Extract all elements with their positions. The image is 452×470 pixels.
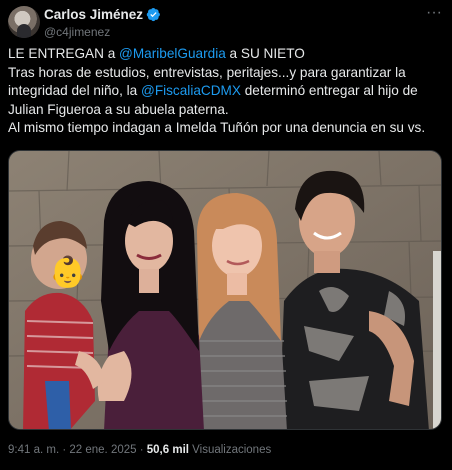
tweet-date[interactable]: 22 ene. 2025 — [69, 444, 136, 456]
tweet-line-4: Julian Figueroa a su abuela paterna. — [8, 101, 229, 117]
author-display-name[interactable]: Carlos Jiménez — [44, 7, 143, 22]
tweet-meta: 9:41 a. m. · 22 ene. 2025 · 50,6 mil Vis… — [8, 444, 271, 456]
text-span: a SU NIETO — [225, 46, 305, 61]
author-name-row: Carlos Jiménez — [44, 7, 161, 22]
more-options-icon[interactable]: ··· — [426, 5, 442, 21]
views-label: Visualizaciones — [192, 444, 272, 456]
baby-emoji-overlay: 👶 — [49, 255, 87, 290]
views-count: 50,6 mil — [146, 444, 189, 456]
avatar[interactable] — [8, 6, 40, 38]
tweet-line-5: Al mismo tiempo indagan a Imelda Tuñón p… — [8, 120, 426, 135]
mention-link[interactable]: @MaribelGuardia — [119, 46, 226, 61]
tweet-line-3: integridad del niño, la @FiscaliaCDMX de… — [8, 82, 448, 101]
tweet-photo[interactable]: 👶 — [8, 150, 442, 430]
meta-separator: · — [136, 444, 147, 456]
tweet-time[interactable]: 9:41 a. m. — [8, 444, 59, 456]
tweet-line-1: LE ENTREGAN a @MaribelGuardia a SU NIETO — [8, 45, 448, 64]
text-span: determinó entregar al hijo de — [240, 83, 418, 98]
tweet-line-2: Tras horas de estudios, entrevistas, per… — [8, 64, 406, 80]
author-handle[interactable]: @c4jimenez — [44, 25, 110, 39]
text-span: integridad del niño, la — [8, 83, 142, 98]
tweet-text: LE ENTREGAN a @MaribelGuardia a SU NIETO… — [8, 45, 448, 138]
tweet-header: Carlos Jiménez @c4jimenez ··· — [8, 4, 444, 42]
verified-badge-icon — [146, 7, 160, 22]
mention-link[interactable]: @FiscaliaCDMX — [141, 83, 241, 98]
meta-separator: · — [59, 444, 70, 456]
text-span: LE ENTREGAN a — [8, 46, 120, 61]
